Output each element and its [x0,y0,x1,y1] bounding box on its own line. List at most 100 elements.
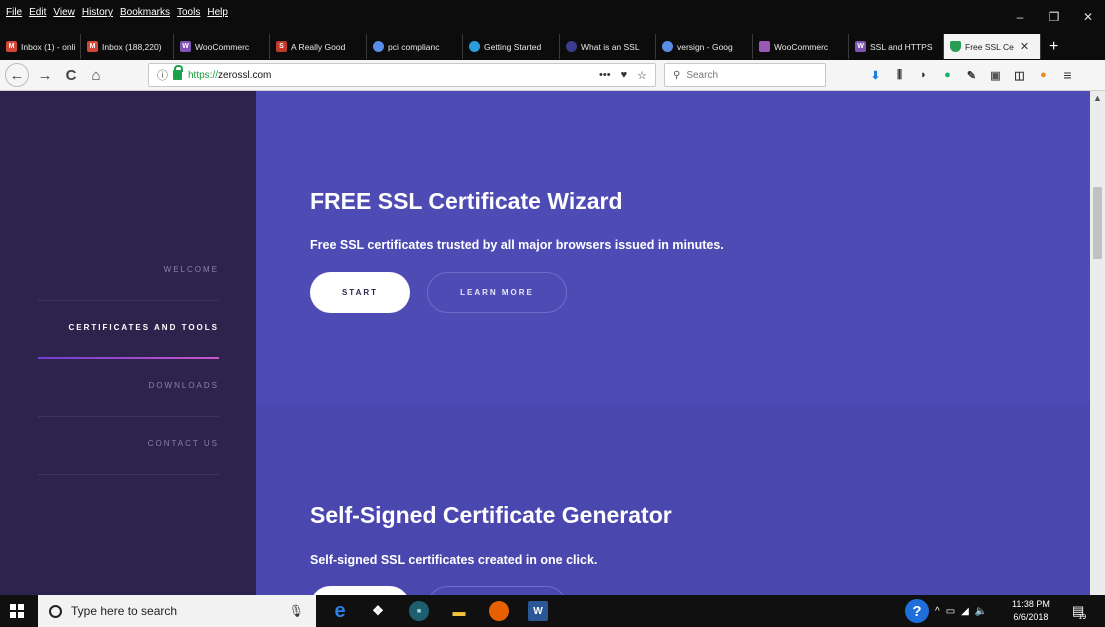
generator-start-button[interactable] [310,586,410,595]
section-title-generator: Self-Signed Certificate Generator [310,502,672,528]
sidebar-item-welcome[interactable]: WELCOME [38,243,219,301]
url-host: zerossl.com [218,69,272,81]
tab-label: WooCommerc [774,41,829,52]
app-icon[interactable]: ■ [409,601,429,621]
tab-label: What is an SSL [581,41,640,52]
woocommerce-icon [759,41,770,52]
page-content: WELCOME CERTIFICATES AND TOOLS DOWNLOADS… [0,91,1090,595]
tab-what-is-ssl[interactable]: What is an SSL [560,34,656,59]
scroll-up-icon[interactable]: ▲ [1093,93,1102,103]
tab-inbox-2[interactable]: M Inbox (188,220) [81,34,174,59]
pocket-icon[interactable]: ♥ [621,69,628,82]
download-icon[interactable]: ⬇ [868,66,883,84]
sidebar-item-contact-us[interactable]: CONTACT US [38,417,219,475]
menu-file[interactable]: File [6,7,22,18]
sidebar: WELCOME CERTIFICATES AND TOOLS DOWNLOADS… [0,91,256,595]
back-button[interactable]: ← [5,63,29,87]
battery-icon[interactable]: ▭ [946,606,955,617]
chevron-up-icon[interactable]: ^ [935,606,940,617]
edge-icon[interactable]: e [330,600,350,622]
badge-extension-icon[interactable]: ▣ [988,66,1003,84]
minimize-button[interactable]: – [1003,0,1037,33]
orange-extension-icon[interactable]: ● [1036,66,1051,84]
sidebar-item-certificates-and-tools[interactable]: CERTIFICATES AND TOOLS [38,301,219,359]
tab-getting-started[interactable]: Getting Started [463,34,560,59]
taskbar-search-input[interactable]: Type here to search 🎙 [38,595,316,627]
tab-woocommerce-1[interactable]: W WooCommerc [174,34,270,59]
windows-start-icon[interactable] [10,604,24,618]
search-icon: ⚲ [673,69,681,81]
gmail-icon: M [6,41,17,52]
page-scrollbar[interactable]: ▲ [1090,91,1105,595]
menu-bar: File Edit View History Bookmarks Tools H… [0,0,1105,33]
reader-icon[interactable]: ◫ [1012,66,1027,84]
reload-button[interactable]: C [62,64,80,87]
menu-view[interactable]: View [53,7,75,18]
close-button[interactable]: ✕ [1071,0,1105,33]
menu-bookmarks[interactable]: Bookmarks [120,7,170,18]
info-icon[interactable]: ⓘ [157,67,168,83]
help-icon[interactable]: ? [905,599,929,623]
volume-icon[interactable]: 🔈 [975,606,987,617]
lock-icon [173,65,183,80]
taskbar: Type here to search 🎙 e ❖ ■ ▬ W ? ^ ▭ ◢ … [0,595,1105,627]
restore-button[interactable]: ❐ [1037,0,1071,33]
word-icon[interactable]: W [528,601,548,621]
tab-pci-compliance[interactable]: pci complianc [367,34,463,59]
learn-more-button[interactable]: LEARN MORE [427,272,567,313]
tab-label: Inbox (188,220) [102,41,162,52]
grammarly-icon[interactable]: ● [940,66,955,84]
tab-free-ssl[interactable]: Free SSL Ce ✕ [944,34,1041,59]
file-explorer-icon[interactable]: ▬ [449,601,469,621]
notifications-icon[interactable]: ▤19 [1072,603,1092,621]
taskbar-search-placeholder: Type here to search [71,604,178,618]
forward-arrow-icon: → [37,67,53,84]
clock[interactable]: 11:38 PM 6/6/2018 [1012,598,1050,624]
woocommerce-icon: W [180,41,191,52]
clock-time: 11:38 PM [1012,599,1050,609]
cortana-circle-icon [49,604,62,618]
search-input[interactable]: ⚲ Search [664,63,826,87]
tab-ssl-https[interactable]: W SSL and HTTPS [849,34,944,59]
globe-icon [469,41,480,52]
shield-icon [950,41,961,52]
url-text: https://zerossl.com [188,70,271,81]
url-bar[interactable]: ⓘ https://zerossl.com ••• ♥ ☆ [148,63,656,87]
sidebar-item-downloads[interactable]: DOWNLOADS [38,359,219,417]
new-tab-button[interactable]: + [1041,33,1066,60]
library-icon[interactable]: ⫼ [892,66,907,84]
scroll-thumb[interactable] [1093,187,1102,259]
start-button[interactable]: START [310,272,410,313]
site-icon [566,41,577,52]
dropbox-icon[interactable]: ❖ [368,601,388,621]
forward-button[interactable]: → [36,64,54,87]
tab-label: Getting Started [484,41,542,52]
tab-inbox-1[interactable]: M Inbox (1) - onli [0,34,81,59]
tab-label: pci complianc [388,41,440,52]
menu-history[interactable]: History [82,7,113,18]
section-title-wizard: FREE SSL Certificate Wizard [310,188,623,214]
generator-learn-more-button[interactable] [427,586,567,595]
tab-woocommerce-2[interactable]: WooCommerc [753,34,849,59]
page-actions-icon[interactable]: ••• [599,69,611,82]
woocommerce-icon: W [855,41,866,52]
bookmark-star-icon[interactable]: ☆ [637,69,647,82]
menu-edit[interactable]: Edit [29,7,46,18]
close-tab-icon[interactable]: ✕ [1020,40,1029,53]
microphone-icon[interactable]: 🎙 [289,604,304,618]
network-icon[interactable]: ◢ [961,606,969,617]
extension-icon[interactable]: ◗ [916,66,931,84]
tab-really-good[interactable]: S A Really Good [270,34,367,59]
home-icon: ⌂ [91,67,101,84]
firefox-icon[interactable] [489,601,509,621]
menu-icon[interactable]: ≡ [1060,66,1075,84]
sidebar-item-label: CONTACT US [147,439,219,448]
tab-versign-google[interactable]: versign - Goog [656,34,753,59]
section-subtitle-wizard: Free SSL certificates trusted by all maj… [310,238,724,252]
tab-label: Free SSL Ce [965,41,1014,52]
tool-icon[interactable]: ✎ [964,66,979,84]
menu-tools[interactable]: Tools [177,7,200,18]
menu-help[interactable]: Help [207,7,228,18]
home-button[interactable]: ⌂ [86,64,106,87]
gmail-icon: M [87,41,98,52]
